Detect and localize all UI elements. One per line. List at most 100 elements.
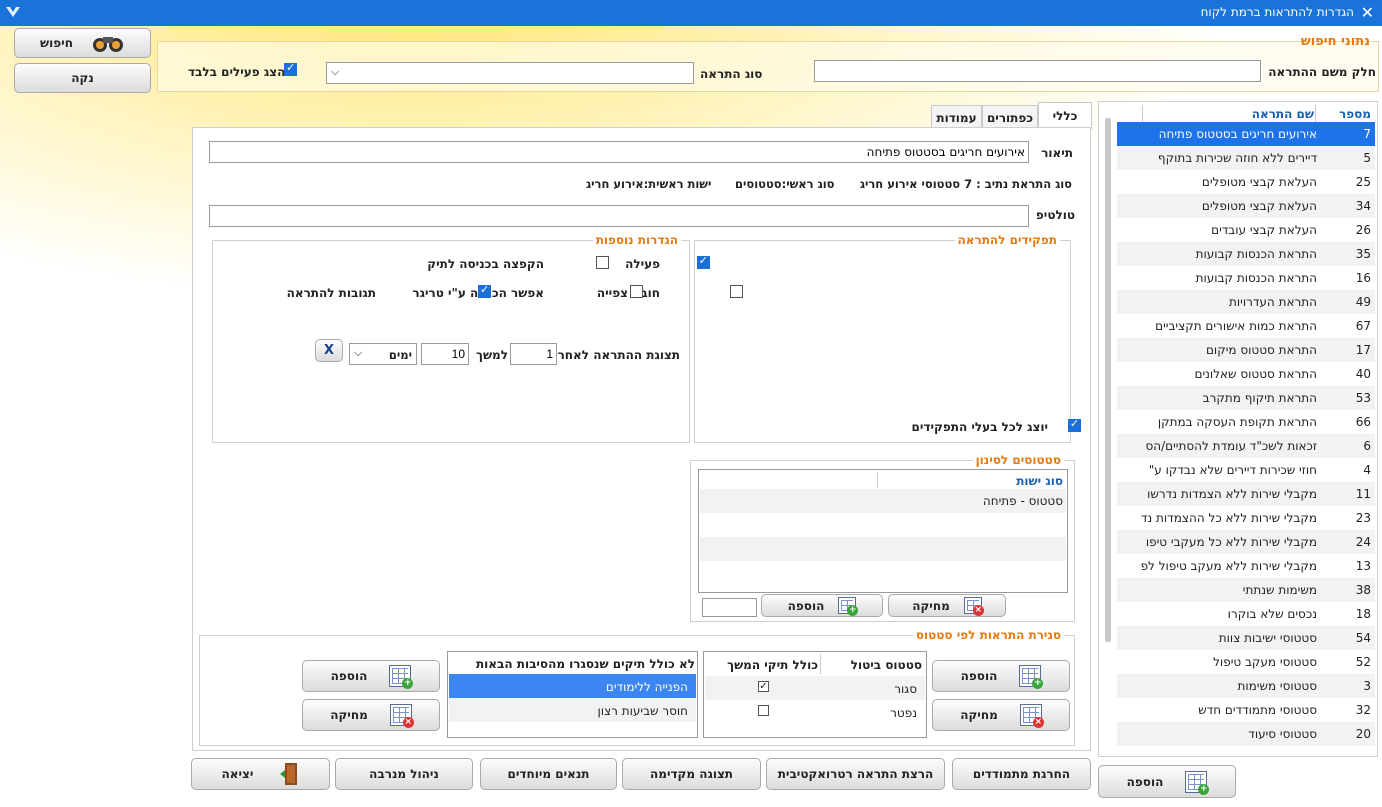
alert-name: מקבלי שירות ללא מעקב טיפול לפ <box>1140 559 1317 573</box>
alert-number: 18 <box>1355 607 1371 621</box>
must-view-label: חובת צפייה <box>596 286 660 300</box>
retro-run-button[interactable]: הרצת התראה רטרואקטיבית <box>766 758 945 790</box>
list-item[interactable]: 13 מקבלי שירות ללא מעקב טיפול לפ <box>1117 554 1375 578</box>
name-part-input[interactable] <box>814 60 1261 82</box>
alert-name: מקבלי שירות ללא כל מעקבי טיפו <box>1145 535 1317 549</box>
exclusion-reasons-header[interactable]: לא כולל תיקים שנסגרו מהסיבות הבאות <box>476 657 695 671</box>
clear-x-button[interactable]: X <box>315 339 343 362</box>
alert-name: מקבלי שירות ללא הצמדות נדרשו <box>1147 487 1317 501</box>
exclusion-add-button[interactable]: הוספה + <box>302 660 440 692</box>
list-item[interactable]: 20 סטטוסי סיעוד <box>1117 722 1375 746</box>
list-item[interactable]: 34 העלאת קבצי מטופלים <box>1117 194 1375 218</box>
list-item[interactable]: 4 חוזי שכירות דיירים שלא נבדקו ע" <box>1117 458 1375 482</box>
alert-number: 3 <box>1363 679 1371 693</box>
statuses-filter-add-button[interactable]: הוספה + <box>761 594 883 617</box>
alert-type-select[interactable]: ⌵ <box>326 62 694 84</box>
col-entity-type-header[interactable]: סוג ישות <box>1016 474 1063 488</box>
active-only-checkbox[interactable] <box>284 61 297 76</box>
search-button[interactable]: חיפוש <box>14 28 151 58</box>
exclusion-delete-button[interactable]: מחיקה × <box>302 699 440 731</box>
list-item[interactable]: 25 העלאת קבצי מטופלים <box>1117 170 1375 194</box>
list-item[interactable]: 5 דיירים ללא חוזה שכירות בתוקף <box>1117 146 1375 170</box>
list-item[interactable]: 49 התראת העדרויות <box>1117 290 1375 314</box>
list-item[interactable]: 11 מקבלי שירות ללא הצמדות נדרשו <box>1117 482 1375 506</box>
list-item[interactable]: 16 התראת הכנסות קבועות <box>1117 266 1375 290</box>
list-item[interactable]: 32 סטטוסי מתמודדים חדש <box>1117 698 1375 722</box>
list-item[interactable]: 26 העלאת קבצי עובדים <box>1117 218 1375 242</box>
col-name-header[interactable]: שם התראה <box>1252 107 1314 121</box>
closing-delete-button[interactable]: מחיקה × <box>932 699 1070 731</box>
include-continue-checkbox[interactable] <box>758 705 769 716</box>
roles-panel <box>694 240 1071 443</box>
must-view-checkbox[interactable] <box>730 285 744 298</box>
list-item[interactable]: 3 סטטוסי משימות <box>1117 674 1375 698</box>
table-row[interactable]: נפטר <box>705 700 925 724</box>
closing-status-grid[interactable]: סטטוס ביטול כולל תיקי המשך סגור ✓ נפטר <box>703 651 927 738</box>
col-number-header[interactable]: מספר <box>1339 107 1371 121</box>
alerts-list[interactable]: מספר שם התראה 7 אירועים חריגים בסטטוס פתי… <box>1098 101 1378 757</box>
description-label: תיאור <box>1041 146 1073 160</box>
tab-columns[interactable]: עמודות <box>931 105 982 129</box>
tooltip-input[interactable] <box>209 205 1029 227</box>
statuses-filter-search-input[interactable] <box>702 598 757 617</box>
list-item[interactable]: 18 נכסים שלא בוקרו <box>1117 602 1375 626</box>
special-conditions-button[interactable]: תנאים מיוחדים <box>480 758 617 790</box>
show-all-roles-checkbox[interactable] <box>1067 417 1081 432</box>
for-input[interactable] <box>421 343 469 365</box>
preview-button[interactable]: תצוגה מקדימה <box>622 758 761 790</box>
list-item[interactable]: 23 מקבלי שירות ללא כל ההצמדות נד <box>1117 506 1375 530</box>
table-row <box>700 513 1066 537</box>
table-row[interactable]: חוסר שביעות רצון <box>449 698 696 722</box>
list-item[interactable]: 53 התראת תיקוף מתקרב <box>1117 386 1375 410</box>
alert-name: סטטוסי ישיבות צוות <box>1218 631 1317 645</box>
list-item[interactable]: 7 אירועים חריגים בסטטוס פתיחה <box>1117 122 1375 146</box>
alert-name: התראת סטטוס שאלונים <box>1194 367 1317 381</box>
list-item[interactable]: 54 סטטוסי ישיבות צוות <box>1117 626 1375 650</box>
trigger-checkbox[interactable] <box>630 285 644 298</box>
popup-checkbox[interactable] <box>596 256 610 269</box>
exclusion-reasons-grid[interactable]: לא כולל תיקים שנסגרו מהסיבות הבאות הפניי… <box>447 651 698 738</box>
alert-number: 16 <box>1355 271 1371 285</box>
alert-number: 13 <box>1355 559 1371 573</box>
tab-general[interactable]: כללי <box>1038 102 1092 129</box>
list-scrollbar[interactable] <box>1105 118 1111 642</box>
statuses-filter-grid[interactable]: סוג ישות סטטוס - פתיחה <box>698 469 1068 593</box>
statuses-filter-delete-button[interactable]: מחיקה × <box>888 594 1006 617</box>
include-continue-checkbox[interactable]: ✓ <box>758 681 769 692</box>
table-row[interactable]: סטטוס - פתיחה <box>700 489 1066 513</box>
list-item[interactable]: 67 התראת כמות אישורים תקציביים <box>1117 314 1375 338</box>
list-item[interactable]: 66 התראת תקופת העסקה במתקן <box>1117 410 1375 434</box>
unit-select[interactable]: ⌵ ימים <box>349 343 417 365</box>
active-checkbox[interactable] <box>696 254 710 269</box>
table-row[interactable]: הפנייה ללימודים <box>449 674 696 698</box>
description-input[interactable] <box>209 141 1029 163</box>
exclude-participants-button[interactable]: החרגת מתמודדים <box>952 758 1091 790</box>
col-include-continue-header[interactable]: כולל תיקי המשך <box>727 658 818 672</box>
list-item[interactable]: 52 סטטוסי מעקב טיפול <box>1117 650 1375 674</box>
display-after-input[interactable] <box>510 343 557 365</box>
tab-buttons[interactable]: כפתורים <box>982 105 1038 129</box>
list-item[interactable]: 38 משימות שנתתי <box>1117 578 1375 602</box>
col-cancel-status-header[interactable]: סטטוס ביטול <box>851 658 922 672</box>
list-item[interactable]: 40 התראת סטטוס שאלונים <box>1117 362 1375 386</box>
alert-number: 66 <box>1355 415 1371 429</box>
table-row[interactable]: סגור ✓ <box>705 676 925 700</box>
exit-button[interactable]: יציאה <box>191 758 330 790</box>
alert-number: 23 <box>1355 511 1371 525</box>
alert-name: סטטוסי מעקב טיפול <box>1213 655 1317 669</box>
exclusion-reason-cell: הפנייה ללימודים <box>605 680 688 694</box>
clear-button[interactable]: נקה <box>14 63 151 93</box>
add-grid-icon: + <box>1185 770 1210 795</box>
tooltip-label: טולטיפ <box>1035 208 1075 222</box>
close-icon[interactable]: ✕ <box>1361 3 1374 22</box>
subscription-button[interactable]: ניהול מנרבה <box>335 758 473 790</box>
closing-add-button[interactable]: הוספה + <box>932 660 1070 692</box>
list-item[interactable]: 17 התראת סטטוס מיקום <box>1117 338 1375 362</box>
list-item[interactable]: 6 זכאות לשכ"ד עומדת להסתיים/הס <box>1117 434 1375 458</box>
alert-name: סטטוסי מתמודדים חדש <box>1198 703 1317 717</box>
responses-checkbox[interactable] <box>477 283 491 298</box>
info-main-entity: ישות ראשית:אירוע חריג <box>586 177 712 191</box>
list-item[interactable]: 35 התראת הכנסות קבועות <box>1117 242 1375 266</box>
alerts-add-button[interactable]: הוספה + <box>1098 765 1236 798</box>
list-item[interactable]: 24 מקבלי שירות ללא כל מעקבי טיפו <box>1117 530 1375 554</box>
